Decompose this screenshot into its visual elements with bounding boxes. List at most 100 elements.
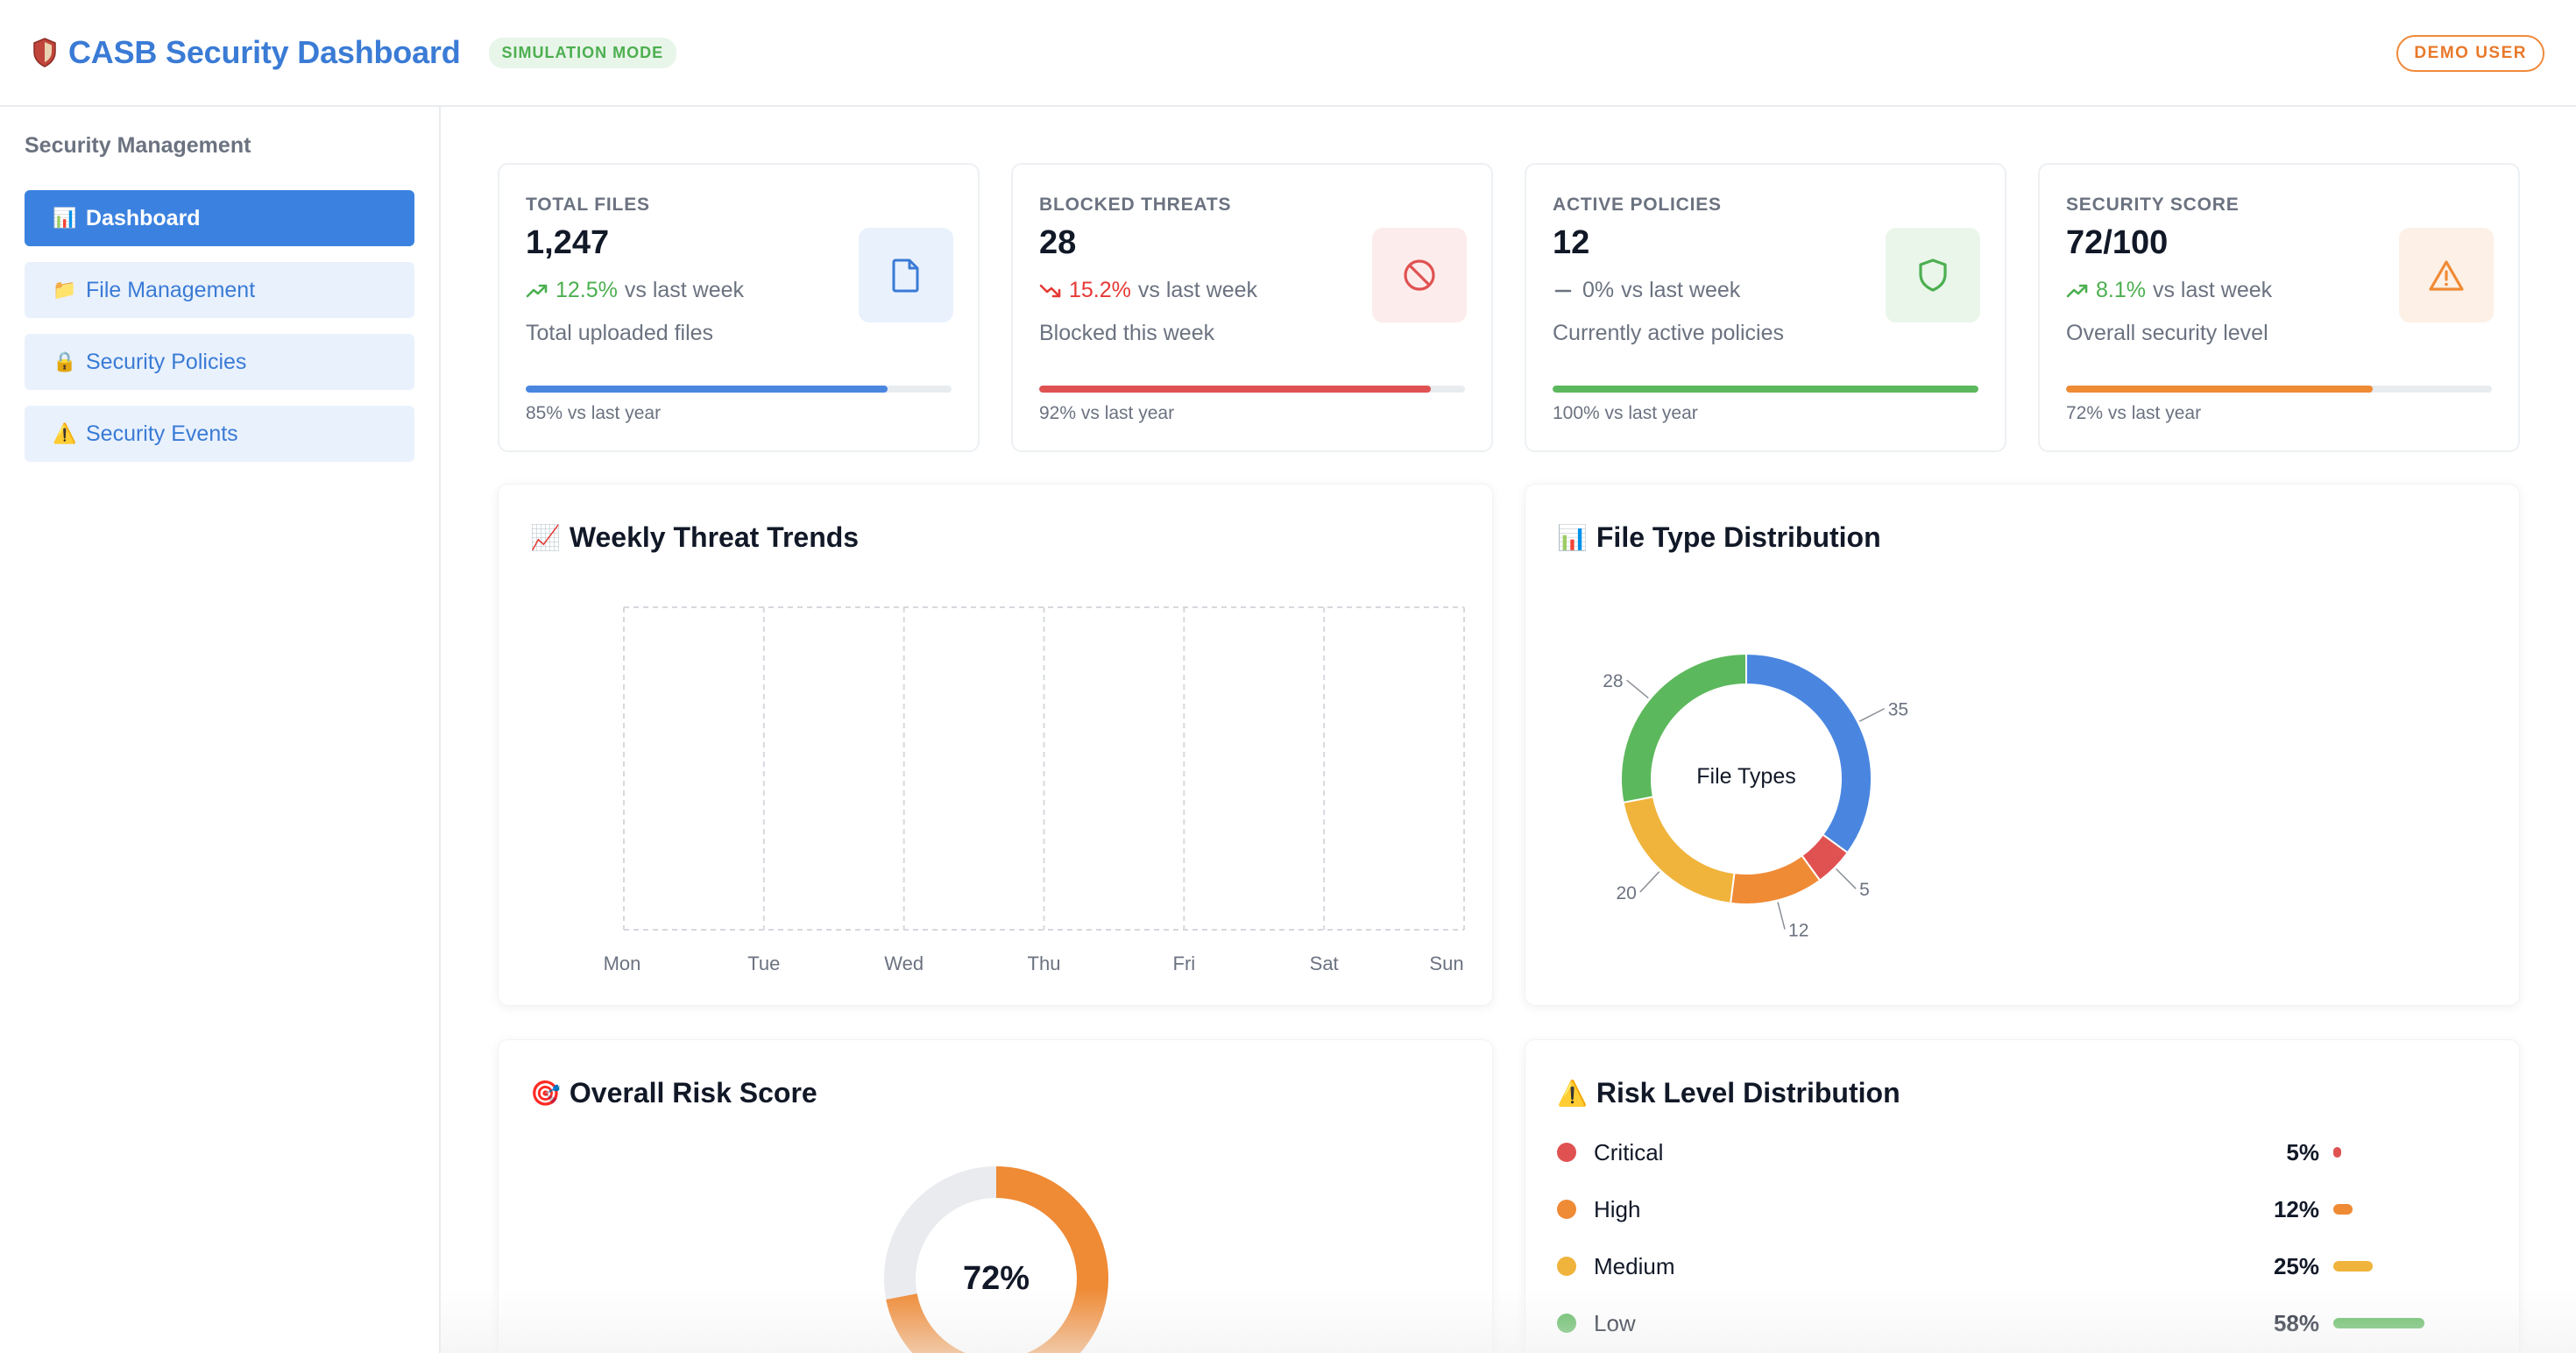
- stat-card-active-policies: ACTIVE POLICIES 12 0% vs last week Curre…: [1525, 163, 2006, 452]
- donut-value-label: 12: [1788, 920, 1808, 940]
- panel-title-text: Risk Level Distribution: [1596, 1077, 1900, 1109]
- risk-percent: 5%: [2286, 1138, 2319, 1165]
- stat-progress-bar: [1553, 386, 1978, 393]
- x-tick-label: Wed: [884, 953, 924, 974]
- dashboard-root: CASB Security Dashboard SIMULATION MODE …: [0, 0, 2576, 1353]
- demo-user-badge[interactable]: DEMO USER: [2396, 35, 2544, 72]
- brand[interactable]: CASB Security Dashboard: [32, 34, 461, 71]
- risk-percent: 58%: [2273, 1309, 2319, 1336]
- donut-value-label: 28: [1603, 671, 1623, 691]
- weekly-threat-trends-panel: 📈 Weekly Threat Trends Mon Tue Wed Thu Fri Sa…: [498, 484, 1493, 1006]
- lock-icon: 🔒: [53, 351, 77, 372]
- trend-suffix: vs last week: [1137, 278, 1258, 302]
- stat-footnote: 85% vs last year: [526, 403, 662, 423]
- risk-bar: [2333, 1204, 2353, 1215]
- donut-slice[interactable]: [1729, 854, 1822, 905]
- warning-icon: [2399, 228, 2494, 322]
- stat-progress-bar: [526, 386, 952, 393]
- donut-leader-line: [1639, 871, 1660, 893]
- x-tick-label: Sun: [1429, 953, 1463, 974]
- shield-icon: [33, 38, 56, 67]
- trend-up-icon: [2066, 284, 2088, 297]
- risk-percent: 25%: [2273, 1252, 2319, 1279]
- sidebar: Security Management 📊 Dashboard 📁 File M…: [0, 107, 441, 1353]
- trend-percent: 0%: [1582, 278, 1615, 302]
- stat-footnote: 72% vs last year: [2066, 403, 2202, 423]
- stat-progress-fill: [1553, 386, 1978, 393]
- donut-leader-line: [1626, 679, 1649, 699]
- trend-down-icon: [1039, 284, 1061, 297]
- stat-progress-fill: [2066, 386, 2373, 393]
- stat-card-total-files: TOTAL FILES 1,247 12.5% vs last week Tot…: [498, 163, 980, 452]
- stat-footnote: 100% vs last year: [1553, 403, 1698, 423]
- panel-title: ⚠️ Risk Level Distribution: [1557, 1077, 1900, 1109]
- risk-row-high: High 12%: [1557, 1192, 2433, 1227]
- warning-icon: ⚠️: [1557, 1080, 1588, 1107]
- risk-name: Critical: [1594, 1138, 1664, 1165]
- risk-row-medium: Medium 25%: [1557, 1249, 2433, 1284]
- donut-slice[interactable]: [1622, 796, 1736, 904]
- risk-bar: [2333, 1261, 2373, 1272]
- stat-card-blocked-threats: BLOCKED THREATS 28 15.2% vs last week Bl…: [1011, 163, 1493, 452]
- sidebar-item-dashboard[interactable]: 📊 Dashboard: [25, 190, 414, 246]
- sidebar-item-label: Security Events: [86, 421, 238, 446]
- risk-dot: [1557, 1257, 1576, 1276]
- chart-grid: [623, 606, 1465, 931]
- trend-percent: 15.2%: [1069, 278, 1131, 302]
- risk-dot: [1557, 1143, 1576, 1162]
- donut-leader-line: [1836, 868, 1857, 889]
- stat-description: Total uploaded files: [526, 321, 714, 345]
- risk-row-low: Low 58%: [1557, 1306, 2433, 1341]
- x-tick-label: Mon: [604, 953, 641, 974]
- donut-value-label: 35: [1888, 700, 1908, 720]
- stat-progress-fill: [526, 386, 888, 393]
- folder-icon: 📁: [53, 279, 77, 301]
- donut-value-label: 20: [1616, 883, 1636, 903]
- warning-icon: ⚠️: [53, 422, 77, 444]
- risk-level-distribution-panel: ⚠️ Risk Level Distribution Critical 5% H…: [1525, 1039, 2520, 1353]
- shield-check-icon: [1886, 228, 1980, 322]
- chart-icon: 📊: [53, 207, 77, 229]
- stat-description: Currently active policies: [1553, 321, 1784, 345]
- risk-bar: [2333, 1147, 2341, 1158]
- x-tick-label: Sat: [1310, 953, 1339, 974]
- stat-label: ACTIVE POLICIES: [1553, 195, 1722, 215]
- stat-card-security-score: SECURITY SCORE 72/100 8.1% vs last week …: [2038, 163, 2520, 452]
- trend-suffix: vs last week: [1621, 278, 1741, 302]
- stat-progress-bar: [2066, 386, 2492, 393]
- risk-name: Medium: [1594, 1252, 1675, 1279]
- stat-progress-bar: [1039, 386, 1465, 393]
- risk-row-critical: Critical 5%: [1557, 1135, 2433, 1170]
- stat-progress-fill: [1039, 386, 1432, 393]
- risk-bar: [2333, 1318, 2425, 1328]
- donut-leader-line: [1858, 707, 1886, 722]
- sidebar-item-file-management[interactable]: 📁 File Management: [25, 262, 414, 318]
- threat-trend-chart: Mon Tue Wed Thu Fri Sat Sun: [604, 606, 1465, 974]
- stat-label: BLOCKED THREATS: [1039, 195, 1232, 215]
- risk-name: Low: [1594, 1309, 1636, 1336]
- stat-footnote: 92% vs last year: [1039, 403, 1175, 423]
- sidebar-title: Security Management: [25, 133, 251, 158]
- risk-dot: [1557, 1314, 1576, 1333]
- sidebar-item-security-policies[interactable]: 🔒 Security Policies: [25, 334, 414, 390]
- risk-score-gauge: 72%: [884, 1166, 1108, 1353]
- file-icon: [859, 228, 953, 322]
- sidebar-item-label: File Management: [86, 277, 256, 302]
- risk-score-value: 72%: [963, 1260, 1030, 1297]
- risk-name: High: [1594, 1195, 1641, 1222]
- x-axis-labels: Mon Tue Wed Thu Fri Sat Sun: [604, 953, 1464, 974]
- trend-percent: 8.1%: [2096, 278, 2146, 302]
- app-title: CASB Security Dashboard: [68, 34, 461, 70]
- stat-description: Blocked this week: [1039, 321, 1215, 345]
- stat-label: TOTAL FILES: [526, 195, 650, 215]
- trend-suffix: vs last week: [624, 278, 745, 302]
- simulation-mode-badge: SIMULATION MODE: [488, 37, 677, 68]
- donut-leader-line: [1777, 902, 1786, 930]
- donut-value-label: 5: [1859, 880, 1870, 900]
- donut-slice[interactable]: [1745, 652, 1872, 854]
- donut-center-label: File Types: [1696, 764, 1795, 789]
- sidebar-item-security-events[interactable]: ⚠️ Security Events: [25, 406, 414, 462]
- stat-description: Overall security level: [2066, 321, 2268, 345]
- risk-percent: 12%: [2273, 1195, 2319, 1222]
- block-icon: [1372, 228, 1467, 322]
